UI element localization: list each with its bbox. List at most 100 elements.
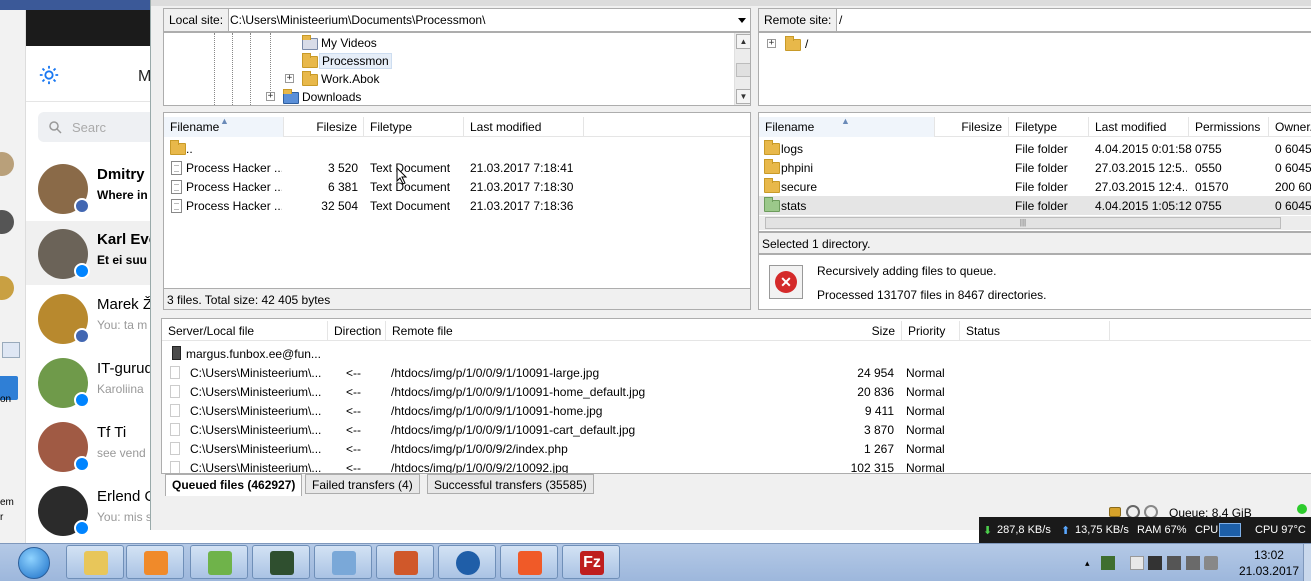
error-icon: ✕ <box>769 265 803 299</box>
notepad-icon <box>208 551 232 575</box>
column-owner[interactable]: Owner/ <box>1269 117 1311 137</box>
column-filetype[interactable]: Filetype <box>1009 117 1089 137</box>
queue-row[interactable]: C:\Users\Ministeerium\... <-- /htdocs/im… <box>162 420 1311 439</box>
folder-permissions: 01570 <box>1195 180 1229 194</box>
taskbar-app-filezilla[interactable]: Fz <box>562 545 620 579</box>
queue-server-row[interactable]: margus.funbox.ee@fun... <box>162 344 1311 363</box>
column-filetype[interactable]: Filetype <box>364 117 464 137</box>
remote-directory-tree[interactable]: + / <box>758 32 1311 106</box>
tab-failed-transfers[interactable]: Failed transfers (4) <box>305 474 420 494</box>
expand-icon[interactable]: + <box>266 92 275 101</box>
remote-site-path[interactable]: / <box>839 13 842 27</box>
tray-expand-icon[interactable]: ▴ <box>1085 558 1090 569</box>
gear-icon[interactable] <box>38 64 60 86</box>
queue-remote-file: /htdocs/img/p/1/0/0/9/2/index.php <box>391 442 568 456</box>
column-direction[interactable]: Direction <box>328 321 386 341</box>
text-document-icon <box>171 180 182 194</box>
transfer-queue[interactable]: Server/Local file Direction Remote file … <box>161 318 1311 474</box>
power-icon[interactable] <box>1148 556 1162 570</box>
show-desktop-button[interactable] <box>1303 544 1311 581</box>
file-row[interactable]: Process Hacker ... 32 504 Text Document … <box>164 196 750 215</box>
message-line: Processed 131707 files in 8467 directori… <box>817 288 1047 302</box>
messenger-header: M <box>26 46 160 102</box>
remote-folder-row-selected[interactable]: stats File folder 4.04.2015 1:05:12 0755… <box>759 196 1311 215</box>
monitor-tray-icon[interactable] <box>1186 556 1200 570</box>
scroll-up-icon[interactable]: ▲ <box>736 34 750 49</box>
column-last-modified[interactable]: Last modified <box>464 117 584 137</box>
conversation-item[interactable]: Dmitry Where in <box>26 156 160 220</box>
taskbar-app[interactable] <box>66 545 124 579</box>
tray-app-icon[interactable] <box>1101 556 1115 570</box>
taskbar-app[interactable] <box>314 545 372 579</box>
taskbar-app[interactable] <box>252 545 310 579</box>
local-site-path[interactable]: C:\Users\Ministeerium\Documents\Processm… <box>230 13 485 27</box>
queue-priority: Normal <box>906 461 945 474</box>
queue-row[interactable]: C:\Users\Ministeerium\... <-- /htdocs/im… <box>162 458 1311 474</box>
search-input[interactable]: Searc <box>38 112 160 142</box>
scroll-down-icon[interactable]: ▼ <box>736 89 750 104</box>
expand-icon[interactable]: + <box>285 74 294 83</box>
queue-priority: Normal <box>906 366 945 380</box>
browser-icon <box>456 551 480 575</box>
ie-icon[interactable] <box>18 547 50 579</box>
column-size[interactable]: Size <box>832 321 902 341</box>
start-button[interactable] <box>8 546 60 580</box>
taskbar-app[interactable] <box>376 545 434 579</box>
conversation-item[interactable]: Karl Eve Et ei suu <box>26 221 160 285</box>
volume-icon[interactable] <box>1204 556 1218 570</box>
local-directory-tree[interactable]: My Videos Processmon + Work.Abok + Downl… <box>163 32 751 106</box>
local-file-list[interactable]: ▲ Filename Filesize Filetype Last modifie… <box>163 112 751 310</box>
column-remote-file[interactable]: Remote file <box>386 321 902 341</box>
conversation-item[interactable]: Erlend O You: mis s <box>26 478 160 542</box>
conversation-preview: You: mis s <box>97 510 152 524</box>
column-filename[interactable]: ▲ Filename <box>759 116 935 137</box>
upload-speed: 13,75 KB/s <box>1075 524 1129 536</box>
remote-folder-row[interactable]: secure File folder 27.03.2015 12:4... 01… <box>759 177 1311 196</box>
queue-row[interactable]: C:\Users\Ministeerium\... <-- /htdocs/im… <box>162 382 1311 401</box>
messenger-badge-icon <box>74 392 90 408</box>
conversation-item[interactable]: Marek Ž You: ta m <box>26 286 160 350</box>
folder-modified: 27.03.2015 12:4... <box>1095 180 1187 194</box>
taskbar-app[interactable] <box>438 545 496 579</box>
column-permissions[interactable]: Permissions <box>1189 117 1269 137</box>
remote-site-bar[interactable]: Remote site: / <box>758 8 1311 32</box>
taskbar-app[interactable] <box>500 545 558 579</box>
scroll-thumb[interactable]: ||| <box>765 217 1281 229</box>
queue-row[interactable]: C:\Users\Ministeerium\... <-- /htdocs/im… <box>162 363 1311 382</box>
network-icon[interactable] <box>1130 556 1144 570</box>
queue-local-file: C:\Users\Ministeerium\... <box>190 404 322 418</box>
conversation-item[interactable]: IT-gurud Karoliina <box>26 350 160 414</box>
conversation-item[interactable]: Tf Ti see vend <box>26 414 160 478</box>
file-name: .. <box>186 142 193 156</box>
tree-scrollbar[interactable]: ▲ ▼ <box>734 33 750 105</box>
tab-successful-transfers[interactable]: Successful transfers (35585) <box>427 474 594 494</box>
remote-folder-row[interactable]: logs File folder 4.04.2015 0:01:58 0755 … <box>759 139 1311 158</box>
cpu-graph <box>1219 523 1241 537</box>
cpu-temperature: CPU 97°C <box>1255 524 1306 536</box>
usb-icon[interactable] <box>1167 556 1181 570</box>
file-row[interactable]: Process Hacker ... 6 381 Text Document 2… <box>164 177 750 196</box>
strip-app-icon <box>2 342 20 358</box>
file-row-parent[interactable]: .. <box>164 139 750 158</box>
column-filesize[interactable]: Filesize <box>935 117 1009 137</box>
column-priority[interactable]: Priority <box>902 321 960 341</box>
file-row[interactable]: Process Hacker ... 3 520 Text Document 2… <box>164 158 750 177</box>
column-filename[interactable]: ▲ Filename <box>164 116 284 137</box>
taskbar-app[interactable] <box>190 545 248 579</box>
taskbar-app[interactable] <box>126 545 184 579</box>
remote-file-list[interactable]: ▲ Filename Filesize Filetype Last modifie… <box>758 112 1311 232</box>
expand-icon[interactable]: + <box>767 39 776 48</box>
column-last-modified[interactable]: Last modified <box>1089 117 1189 137</box>
queue-row[interactable]: C:\Users\Ministeerium\... <-- /htdocs/im… <box>162 439 1311 458</box>
tab-queued-files[interactable]: Queued files (462927) <box>165 474 303 496</box>
queue-row[interactable]: C:\Users\Ministeerium\... <-- /htdocs/im… <box>162 401 1311 420</box>
column-status[interactable]: Status <box>960 321 1110 341</box>
column-filesize[interactable]: Filesize <box>284 117 364 137</box>
scroll-thumb[interactable] <box>736 63 750 77</box>
local-site-bar[interactable]: Local site: C:\Users\Ministeerium\Docume… <box>163 8 751 32</box>
remote-folder-row[interactable]: phpini File folder 27.03.2015 12:5... 05… <box>759 158 1311 177</box>
dropdown-arrow-icon[interactable] <box>738 18 746 23</box>
clock[interactable]: 13:02 21.03.2017 <box>1239 547 1299 579</box>
remote-horizontal-scrollbar[interactable]: ||| <box>759 216 1311 230</box>
column-server-local-file[interactable]: Server/Local file <box>162 321 328 341</box>
